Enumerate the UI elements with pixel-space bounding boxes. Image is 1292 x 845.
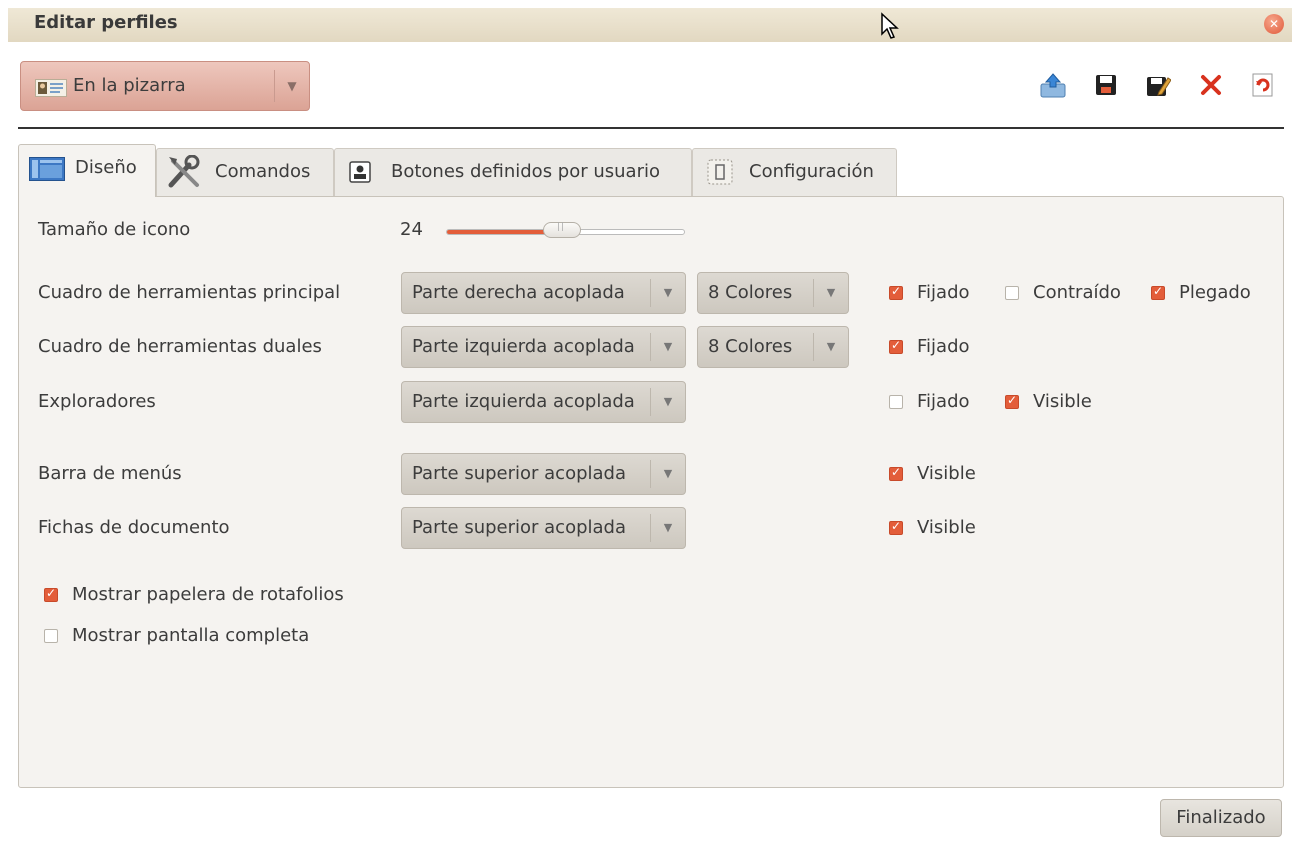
- tab-botones-definidos[interactable]: Botones definidos por usuario: [334, 148, 692, 196]
- save-icon[interactable]: [1093, 72, 1119, 98]
- chevron-down-icon: ▼: [650, 514, 685, 542]
- browsers-visible-checkbox[interactable]: [1005, 393, 1019, 409]
- dual-toolbox-position-select[interactable]: Parte izquierda acoplada ▼: [401, 326, 686, 368]
- chevron-down-icon: ▼: [813, 333, 848, 361]
- tools-icon: [168, 155, 200, 188]
- profile-dropdown-value: En la pizarra: [73, 75, 186, 96]
- tab-diseno[interactable]: Diseño: [18, 144, 156, 197]
- dual-toolbox-colors-select[interactable]: 8 Colores ▼: [697, 326, 849, 368]
- slider-thumb[interactable]: [543, 222, 581, 238]
- settings-icon: [707, 159, 733, 185]
- profile-dropdown[interactable]: En la pizarra ▼: [20, 61, 310, 111]
- tab-label: Configuración: [749, 161, 874, 182]
- checkbox-label: Visible: [917, 463, 976, 484]
- tab-label: Diseño: [75, 157, 137, 178]
- refresh-icon[interactable]: [1250, 72, 1276, 98]
- chevron-down-icon: ▼: [650, 460, 685, 488]
- done-button[interactable]: Finalizado: [1160, 799, 1282, 837]
- menu-bar-label: Barra de menús: [38, 463, 182, 484]
- show-flipchart-trash-checkbox[interactable]: [44, 586, 58, 602]
- checkbox-label: Fijado: [917, 391, 970, 412]
- close-button[interactable]: ✕: [1264, 14, 1284, 34]
- main-toolbox-colors-select[interactable]: 8 Colores ▼: [697, 272, 849, 314]
- select-value: Parte izquierda acoplada: [412, 336, 635, 357]
- export-icon[interactable]: [1040, 72, 1066, 98]
- chevron-down-icon: ▼: [650, 279, 685, 307]
- select-value: Parte superior acoplada: [412, 463, 627, 484]
- slider-fill: [447, 230, 554, 234]
- main-toolbox-folded-checkbox[interactable]: [1151, 284, 1165, 300]
- document-tabs-label: Fichas de documento: [38, 517, 230, 538]
- main-toolbox-label: Cuadro de herramientas principal: [38, 282, 341, 303]
- tab-label: Botones definidos por usuario: [391, 161, 660, 182]
- title-bar: Editar perfiles ✕: [8, 8, 1292, 42]
- delete-icon[interactable]: [1198, 72, 1224, 98]
- checkbox-label: Plegado: [1179, 282, 1251, 303]
- document-tabs-visible-checkbox[interactable]: [889, 519, 903, 535]
- chevron-down-icon: ▼: [274, 70, 309, 102]
- tab-configuracion[interactable]: Configuración: [692, 148, 897, 196]
- mouse-cursor-icon: [881, 12, 899, 39]
- show-fullscreen-checkbox[interactable]: [44, 629, 58, 643]
- tab-label: Comandos: [215, 161, 311, 182]
- show-fullscreen-label: Mostrar pantalla completa: [72, 625, 310, 646]
- main-toolbox-fixed-checkbox[interactable]: [889, 284, 903, 300]
- chevron-down-icon: ▼: [650, 388, 685, 416]
- browsers-position-select[interactable]: Parte izquierda acoplada ▼: [401, 381, 686, 423]
- toolbar-divider: [18, 127, 1284, 129]
- checkbox-label: Contraído: [1033, 282, 1121, 303]
- save-as-icon[interactable]: [1145, 72, 1171, 98]
- select-value: Parte derecha acoplada: [412, 282, 625, 303]
- checkbox-label: Fijado: [917, 282, 970, 303]
- checkbox-label: Visible: [1033, 391, 1092, 412]
- menu-bar-position-select[interactable]: Parte superior acoplada ▼: [401, 453, 686, 495]
- chevron-down-icon: ▼: [813, 279, 848, 307]
- show-flipchart-trash-label: Mostrar papelera de rotafolios: [72, 584, 344, 605]
- select-value: Parte izquierda acoplada: [412, 391, 635, 412]
- profile-card-icon: [35, 79, 67, 97]
- tab-comandos[interactable]: Comandos: [156, 148, 334, 196]
- checkbox-label: Fijado: [917, 336, 970, 357]
- document-tabs-position-select[interactable]: Parte superior acoplada ▼: [401, 507, 686, 549]
- select-value: Parte superior acoplada: [412, 517, 627, 538]
- menu-bar-visible-checkbox[interactable]: [889, 465, 903, 481]
- checkbox-label: Visible: [917, 517, 976, 538]
- main-toolbox-collapsed-checkbox[interactable]: [1005, 286, 1019, 300]
- window-title: Editar perfiles: [34, 12, 178, 33]
- select-value: 8 Colores: [708, 282, 793, 303]
- select-value: 8 Colores: [708, 336, 793, 357]
- user-buttons-icon: [349, 161, 371, 183]
- dual-toolbox-fixed-checkbox[interactable]: [889, 338, 903, 354]
- main-toolbox-position-select[interactable]: Parte derecha acoplada ▼: [401, 272, 686, 314]
- browsers-label: Exploradores: [38, 391, 156, 412]
- dual-toolbox-label: Cuadro de herramientas duales: [38, 336, 322, 357]
- layout-icon: [29, 157, 65, 181]
- chevron-down-icon: ▼: [650, 333, 685, 361]
- browsers-fixed-checkbox[interactable]: [889, 395, 903, 409]
- icon-size-label: Tamaño de icono: [38, 219, 191, 240]
- icon-size-value: 24: [400, 219, 423, 240]
